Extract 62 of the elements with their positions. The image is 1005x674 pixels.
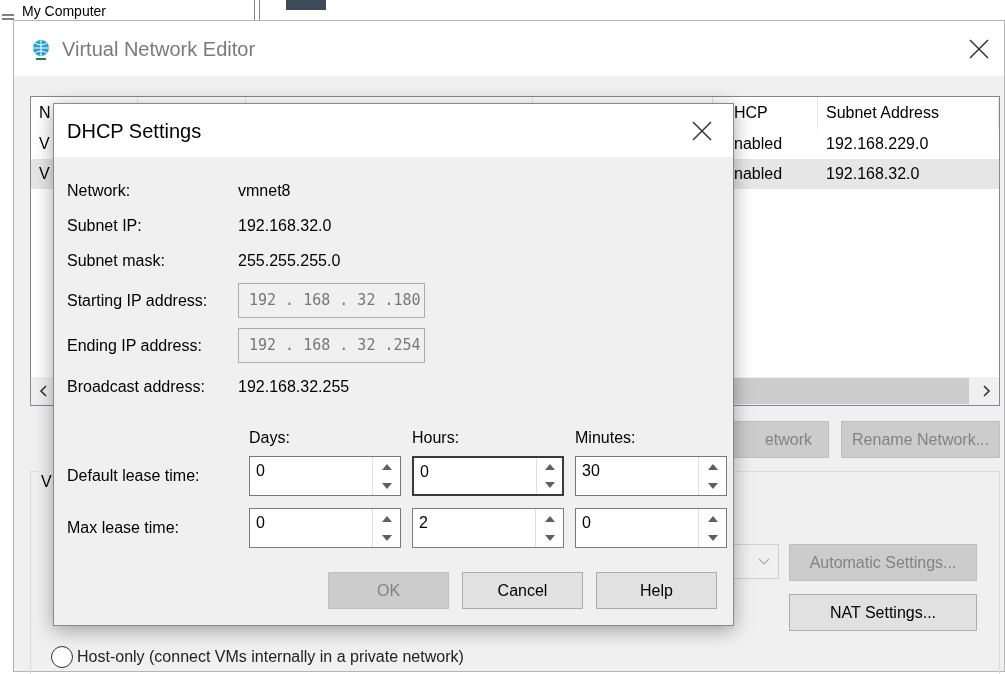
field-label: Subnet IP: [67, 215, 143, 236]
down-triangle-icon [544, 482, 555, 488]
field-label: Network: [67, 180, 132, 201]
table-cell-text: nabled [733, 134, 784, 154]
up-triangle-icon [707, 463, 718, 470]
up-triangle-icon [544, 515, 555, 522]
globe-icon [30, 37, 52, 60]
nat-settings-button[interactable]: NAT Settings... [789, 594, 977, 631]
spin-input[interactable]: 2 [413, 509, 535, 537]
up-triangle-icon [544, 464, 555, 470]
spin-input[interactable]: 0 [414, 458, 536, 486]
down-triangle-icon [544, 534, 555, 541]
field-label: Subnet mask: [67, 250, 166, 271]
spin-box[interactable]: 2 [412, 508, 564, 548]
close-icon [969, 38, 989, 59]
down-triangle-icon [381, 482, 392, 489]
field-value: 255.255.255.0 [238, 250, 341, 271]
table-cell-text: 192.168.32.0 [825, 164, 921, 184]
chevron-left-icon [39, 385, 47, 397]
spin-box[interactable]: 0 [249, 456, 401, 496]
table-cell-text: nabled [733, 164, 784, 184]
spin-input[interactable]: 0 [576, 509, 698, 537]
chevron-right-icon [983, 385, 991, 397]
field-label: Default lease time: [67, 466, 201, 486]
column-label: Days: [249, 428, 291, 448]
up-triangle-icon [707, 515, 718, 522]
help-button[interactable]: Help [596, 572, 717, 609]
computer-icon [2, 14, 14, 20]
table-cell-text: 192.168.229.0 [825, 134, 930, 154]
dialog-title: DHCP Settings [67, 118, 202, 144]
field-value: vmnet8 [238, 180, 291, 201]
spin-input[interactable]: 0 [250, 457, 372, 485]
close-icon [692, 120, 712, 141]
column-label: Hours: [412, 428, 461, 448]
spin-box[interactable]: 30 [575, 456, 727, 496]
field-label: Max lease time: [67, 518, 181, 538]
spin-box[interactable]: 0 [249, 508, 401, 548]
field-label: Broadcast address: [67, 376, 206, 397]
up-triangle-icon [381, 515, 392, 522]
tree-item[interactable]: My Computer [22, 2, 107, 20]
radio-label[interactable]: Host-only (connect VMs internally in a private network) [77, 645, 464, 669]
table-cell-text: V [38, 164, 51, 184]
spin-box[interactable]: 0 [575, 508, 727, 548]
up-triangle-icon [381, 463, 392, 470]
spin-input[interactable]: 0 [250, 509, 372, 537]
toolbar-block [286, 0, 327, 10]
column-header[interactable]: Subnet Address [818, 97, 999, 129]
down-triangle-icon [707, 534, 718, 541]
spin-input[interactable]: 30 [576, 457, 698, 485]
field-label: Ending IP address: [67, 335, 203, 356]
down-triangle-icon [381, 534, 392, 541]
cancel-button[interactable]: Cancel [462, 572, 583, 609]
spin-box[interactable]: 0 [412, 456, 564, 496]
field-value: 192.168.32.0 [238, 215, 332, 236]
table-cell-text: V [38, 134, 51, 154]
field-label: Starting IP address: [67, 290, 209, 311]
column-label: Minutes: [575, 428, 637, 448]
down-triangle-icon [707, 482, 718, 489]
window-title: Virtual Network Editor [62, 36, 256, 62]
caret-icon [758, 558, 770, 565]
radio-button[interactable] [51, 646, 73, 668]
field-value: 192.168.32.255 [238, 376, 350, 397]
